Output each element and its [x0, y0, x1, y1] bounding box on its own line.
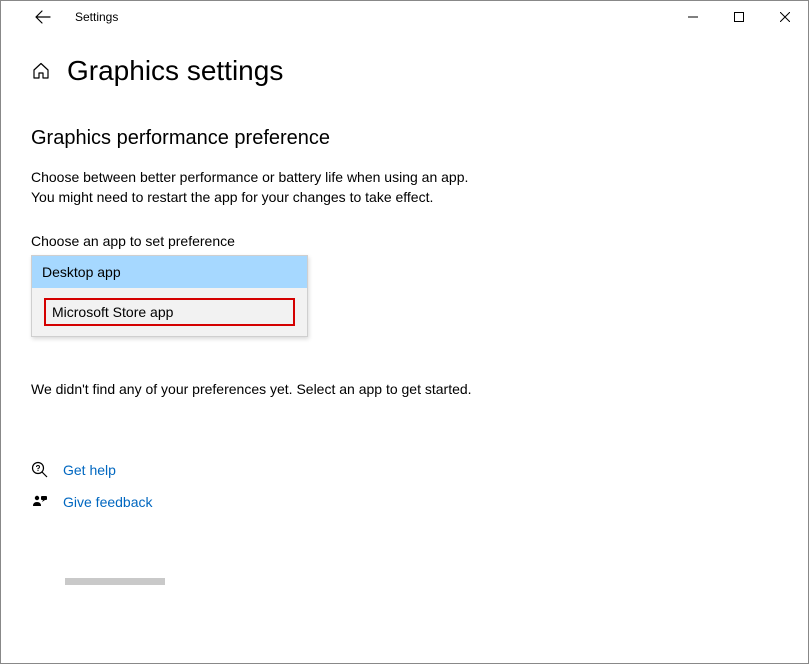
- content-area: Graphics settings Graphics performance p…: [1, 33, 808, 511]
- page-header: Graphics settings: [31, 55, 778, 87]
- annotation-highlight: Microsoft Store app: [44, 298, 295, 326]
- give-feedback-link[interactable]: Give feedback: [63, 494, 153, 510]
- minimize-icon: [688, 12, 698, 22]
- feedback-icon: [31, 493, 49, 511]
- scroll-indicator: [65, 578, 165, 585]
- dropdown-label: Choose an app to set preference: [31, 233, 778, 249]
- back-button[interactable]: [31, 5, 55, 29]
- empty-preferences-message: We didn't find any of your preferences y…: [31, 381, 778, 397]
- description-block: Choose between better performance or bat…: [31, 168, 778, 207]
- app-type-dropdown[interactable]: Desktop app Microsoft Store app: [31, 255, 308, 337]
- description-line-2: You might need to restart the app for yo…: [31, 188, 778, 208]
- back-arrow-icon: [35, 9, 51, 25]
- maximize-button[interactable]: [716, 1, 762, 33]
- section-heading: Graphics performance preference: [31, 127, 778, 150]
- description-line-1: Choose between better performance or bat…: [31, 168, 778, 188]
- dropdown-option-microsoft-store-app[interactable]: Microsoft Store app: [32, 288, 307, 336]
- app-title: Settings: [75, 10, 118, 24]
- help-icon: [31, 461, 49, 479]
- titlebar: Settings: [1, 1, 808, 33]
- close-icon: [780, 12, 790, 22]
- home-icon[interactable]: [31, 61, 51, 81]
- get-help-row: Get help: [31, 461, 778, 479]
- minimize-button[interactable]: [670, 1, 716, 33]
- get-help-link[interactable]: Get help: [63, 462, 116, 478]
- maximize-icon: [734, 12, 744, 22]
- titlebar-left: Settings: [9, 5, 670, 29]
- page-title: Graphics settings: [67, 55, 283, 87]
- dropdown-option-desktop-app[interactable]: Desktop app: [32, 256, 307, 288]
- give-feedback-row: Give feedback: [31, 493, 778, 511]
- window-controls: [670, 1, 808, 33]
- close-button[interactable]: [762, 1, 808, 33]
